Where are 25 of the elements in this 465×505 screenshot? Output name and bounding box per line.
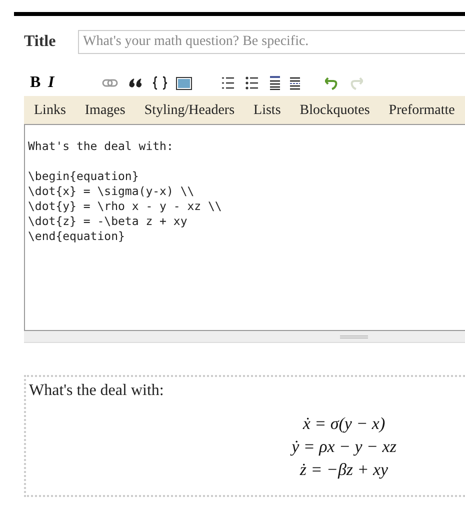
math-equation: ẏ = ρx − y − xz — [292, 436, 396, 458]
editor-textarea[interactable]: What's the deal with: \begin{equation} \dot{x} = \sigma(y-x) \\ \dot{y} = \rho x - y - xz \\ \dot{z} = -\beta z + xy \end{equation} — [24, 124, 465, 331]
title-input[interactable]: What's your math question? Be specific. — [78, 30, 465, 54]
help-tab[interactable]: Blockquotes — [300, 100, 370, 120]
numbered-list-icon[interactable] — [221, 76, 235, 90]
code-icon[interactable] — [152, 76, 168, 90]
bulleted-list-icon[interactable] — [245, 76, 259, 90]
help-tab[interactable]: Images — [84, 100, 126, 120]
link-icon[interactable] — [102, 78, 118, 88]
bold-button[interactable]: B — [30, 71, 48, 95]
horizontal-rule-icon[interactable] — [289, 76, 301, 90]
italic-button[interactable]: I — [48, 71, 66, 95]
quote-icon[interactable] — [129, 78, 142, 88]
math-equation: ż = −βz + xy — [300, 459, 388, 481]
preview-text: What's the deal with: — [29, 381, 165, 401]
help-tab[interactable]: Links — [34, 100, 66, 120]
title-label: Title — [24, 32, 57, 52]
image-icon[interactable] — [176, 76, 192, 90]
undo-icon[interactable] — [325, 76, 339, 90]
heading-icon[interactable] — [269, 76, 281, 90]
grip-icon[interactable] — [340, 334, 368, 338]
math-equation: ẋ = σ(y − x) — [302, 413, 386, 435]
help-tab[interactable]: Preformatte — [388, 100, 455, 120]
help-tab[interactable]: Styling/Headers — [144, 100, 235, 120]
help-tab[interactable]: Lists — [254, 100, 281, 120]
